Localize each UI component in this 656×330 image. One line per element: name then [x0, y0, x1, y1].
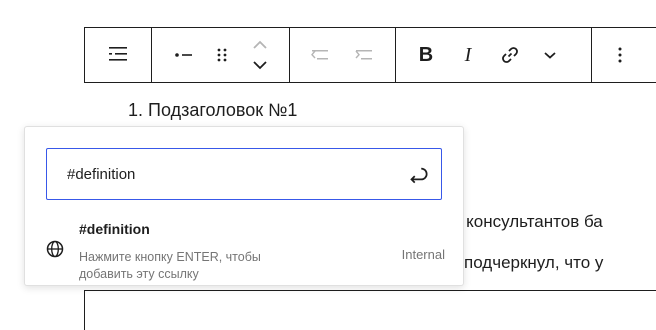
chevron-down-icon	[544, 52, 556, 59]
more-rich-text-button[interactable]	[533, 36, 567, 74]
next-block-outline	[84, 290, 656, 330]
paragraph-line: к консультантов ба	[454, 212, 603, 231]
block-toolbar: B I	[84, 27, 656, 83]
link-icon	[502, 47, 518, 63]
suggestion-description: Нажмите кнопку ENTER, чтобы добавить эту…	[79, 250, 261, 281]
link-suggestion[interactable]: #definition Нажмите кнопку ENTER, чтобы …	[25, 211, 463, 283]
drag-handle-icon	[217, 48, 227, 62]
bold-button[interactable]: B	[409, 36, 443, 74]
vertical-ellipsis-icon	[618, 47, 622, 63]
list-icon	[109, 47, 127, 61]
bullet-dash-icon	[175, 53, 192, 57]
list-item-number: 1.	[128, 100, 144, 120]
url-input[interactable]	[67, 165, 387, 183]
enter-return-icon[interactable]	[405, 161, 431, 187]
chevron-up-down-icon	[253, 40, 267, 70]
outdent-button[interactable]	[303, 36, 337, 74]
list-item[interactable]: 1. Подзаголовок №1	[128, 100, 297, 121]
paragraph-line: подчеркнул, что у	[464, 253, 604, 272]
options-button[interactable]	[603, 36, 637, 74]
italic-button[interactable]: I	[451, 36, 485, 74]
link-popover: #definition Нажмите кнопку ENTER, чтобы …	[24, 126, 464, 286]
globe-icon	[46, 240, 64, 258]
suggestion-type: Internal	[401, 247, 445, 262]
block-type-button[interactable]	[101, 36, 135, 74]
indent-button[interactable]	[347, 36, 381, 74]
url-input-wrapper	[46, 148, 442, 200]
outdent-icon	[311, 50, 328, 60]
indent-icon	[355, 50, 372, 60]
drag-handle[interactable]	[205, 36, 239, 74]
list-style-button[interactable]	[167, 36, 201, 74]
suggestion-title: #definition	[79, 221, 150, 237]
list-item-text: Подзаголовок №1	[148, 100, 298, 120]
link-button[interactable]	[493, 36, 527, 74]
move-up-down-buttons[interactable]	[243, 36, 277, 74]
